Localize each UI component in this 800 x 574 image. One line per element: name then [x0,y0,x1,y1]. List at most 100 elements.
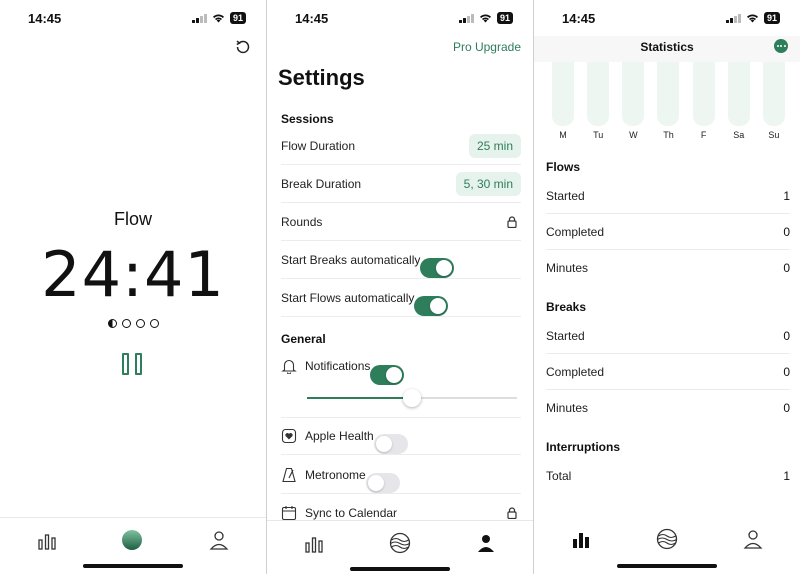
flow-duration-label: Flow Duration [281,138,356,153]
sessions-section-label: Sessions [281,112,334,126]
stat-label: Completed [546,364,605,379]
pro-upgrade-button[interactable]: Pro Upgrade [453,40,521,54]
settings-screen: 14:45 91 Pro Upgrade Settings Sessions F… [267,0,533,574]
refresh-icon[interactable] [234,38,252,56]
flow-duration-row[interactable]: Flow Duration 25 min [281,127,521,165]
break-duration-value[interactable]: 5, 30 min [455,171,521,196]
round-dot [149,319,159,328]
stat-row: Started 0 [546,318,790,354]
rounds-row[interactable]: Rounds [281,203,521,241]
day-bar [727,62,750,126]
stat-label: Started [546,188,585,203]
home-indicator [617,564,717,568]
start-flows-toggle[interactable] [414,296,449,316]
status-bar: 14:45 91 [0,0,266,36]
day-label: M [559,130,567,140]
day-bar [657,62,680,126]
day-label: F [700,130,707,140]
globe-icon[interactable] [389,532,411,554]
timer-screen: 14:45 91 Flow 24:41 [0,0,266,574]
stat-value: 0 [783,224,790,239]
sync-calendar-label: Sync to Calendar [305,506,398,520]
signal-icon [459,13,474,23]
person-icon[interactable] [208,529,230,551]
metronome-label: Metronome [305,467,366,482]
wifi-icon [479,14,491,23]
metronome-row: Metronome [281,456,521,494]
slider-thumb[interactable] [403,389,421,407]
day-bar [762,62,785,126]
globe-icon[interactable] [656,528,678,550]
day-bar [552,62,574,126]
signal-icon [192,13,207,23]
round-dot [135,319,145,328]
break-duration-label: Break Duration [281,176,362,191]
metronome-toggle[interactable] [365,473,400,493]
stat-value: 0 [783,261,790,275]
flow-duration-value[interactable]: 25 min [468,133,521,158]
status-time: 14:45 [295,11,329,26]
stat-row: Completed 0 [546,214,790,250]
bar-chart-icon[interactable] [570,528,592,550]
start-breaks-label: Start Breaks automatically [281,252,421,267]
calendar-icon [281,506,297,521]
more-icon[interactable] [774,39,788,53]
day-bar [692,62,715,126]
day-label: W [629,130,638,140]
stat-label: Minutes [546,261,589,275]
day-label: Th [663,130,674,140]
interruptions-section-label: Interruptions [546,440,620,454]
day-label: Tu [593,130,604,140]
stat-value: 0 [783,328,790,343]
tab-bar [534,517,800,574]
notifications-label: Notifications [305,359,371,373]
notifications-row: Notifications [281,347,521,385]
stat-value: 1 [783,469,790,483]
general-section-label: General [281,332,326,346]
tab-bar [0,517,266,574]
status-time: 14:45 [28,11,62,26]
volume-slider[interactable] [307,389,517,407]
day-bar [587,62,610,126]
day-bar [622,62,645,126]
round-dot [121,319,131,328]
pause-icon[interactable] [122,353,144,375]
page-title: Settings [278,65,365,90]
status-bar: 14:45 91 [534,0,800,36]
battery-icon: 91 [763,12,780,24]
round-indicator [0,319,266,328]
apple-health-toggle[interactable] [373,434,408,454]
tab-bar [267,520,533,574]
start-flows-label: Start Flows automatically [281,290,415,305]
countdown-timer: 24:41 [41,238,225,311]
person-icon[interactable] [742,528,764,550]
signal-icon [726,13,741,23]
notifications-toggle[interactable] [370,365,405,385]
stat-label: Total [546,469,572,483]
breaks-section-label: Breaks [546,300,587,314]
bar-chart-icon[interactable] [303,532,325,554]
break-duration-row[interactable]: Break Duration 5, 30 min [281,165,521,203]
flows-section-label: Flows [546,160,581,174]
stat-label: Completed [546,224,605,239]
battery-icon: 91 [496,12,513,24]
start-flows-row: Start Flows automatically [281,279,521,317]
weekly-bars [552,62,785,126]
metronome-icon [282,467,296,482]
day-label: Sa [733,130,745,140]
stat-row: Total 1 [546,458,790,494]
bar-chart-icon[interactable] [36,529,58,551]
day-labels: M Tu W Th F Sa Su [552,130,785,140]
stat-row: Minutes 0 [546,390,790,426]
page-title: Statistics [640,40,694,54]
round-dot [107,319,117,328]
bell-icon [281,359,297,374]
stat-row: Started 1 [546,178,790,214]
stat-row: Minutes 0 [546,250,790,286]
day-label: Su [768,130,780,140]
start-breaks-toggle[interactable] [420,258,455,278]
person-icon[interactable] [475,532,497,554]
globe-icon[interactable] [121,529,143,551]
wifi-icon [746,14,758,23]
wifi-icon [212,14,224,23]
